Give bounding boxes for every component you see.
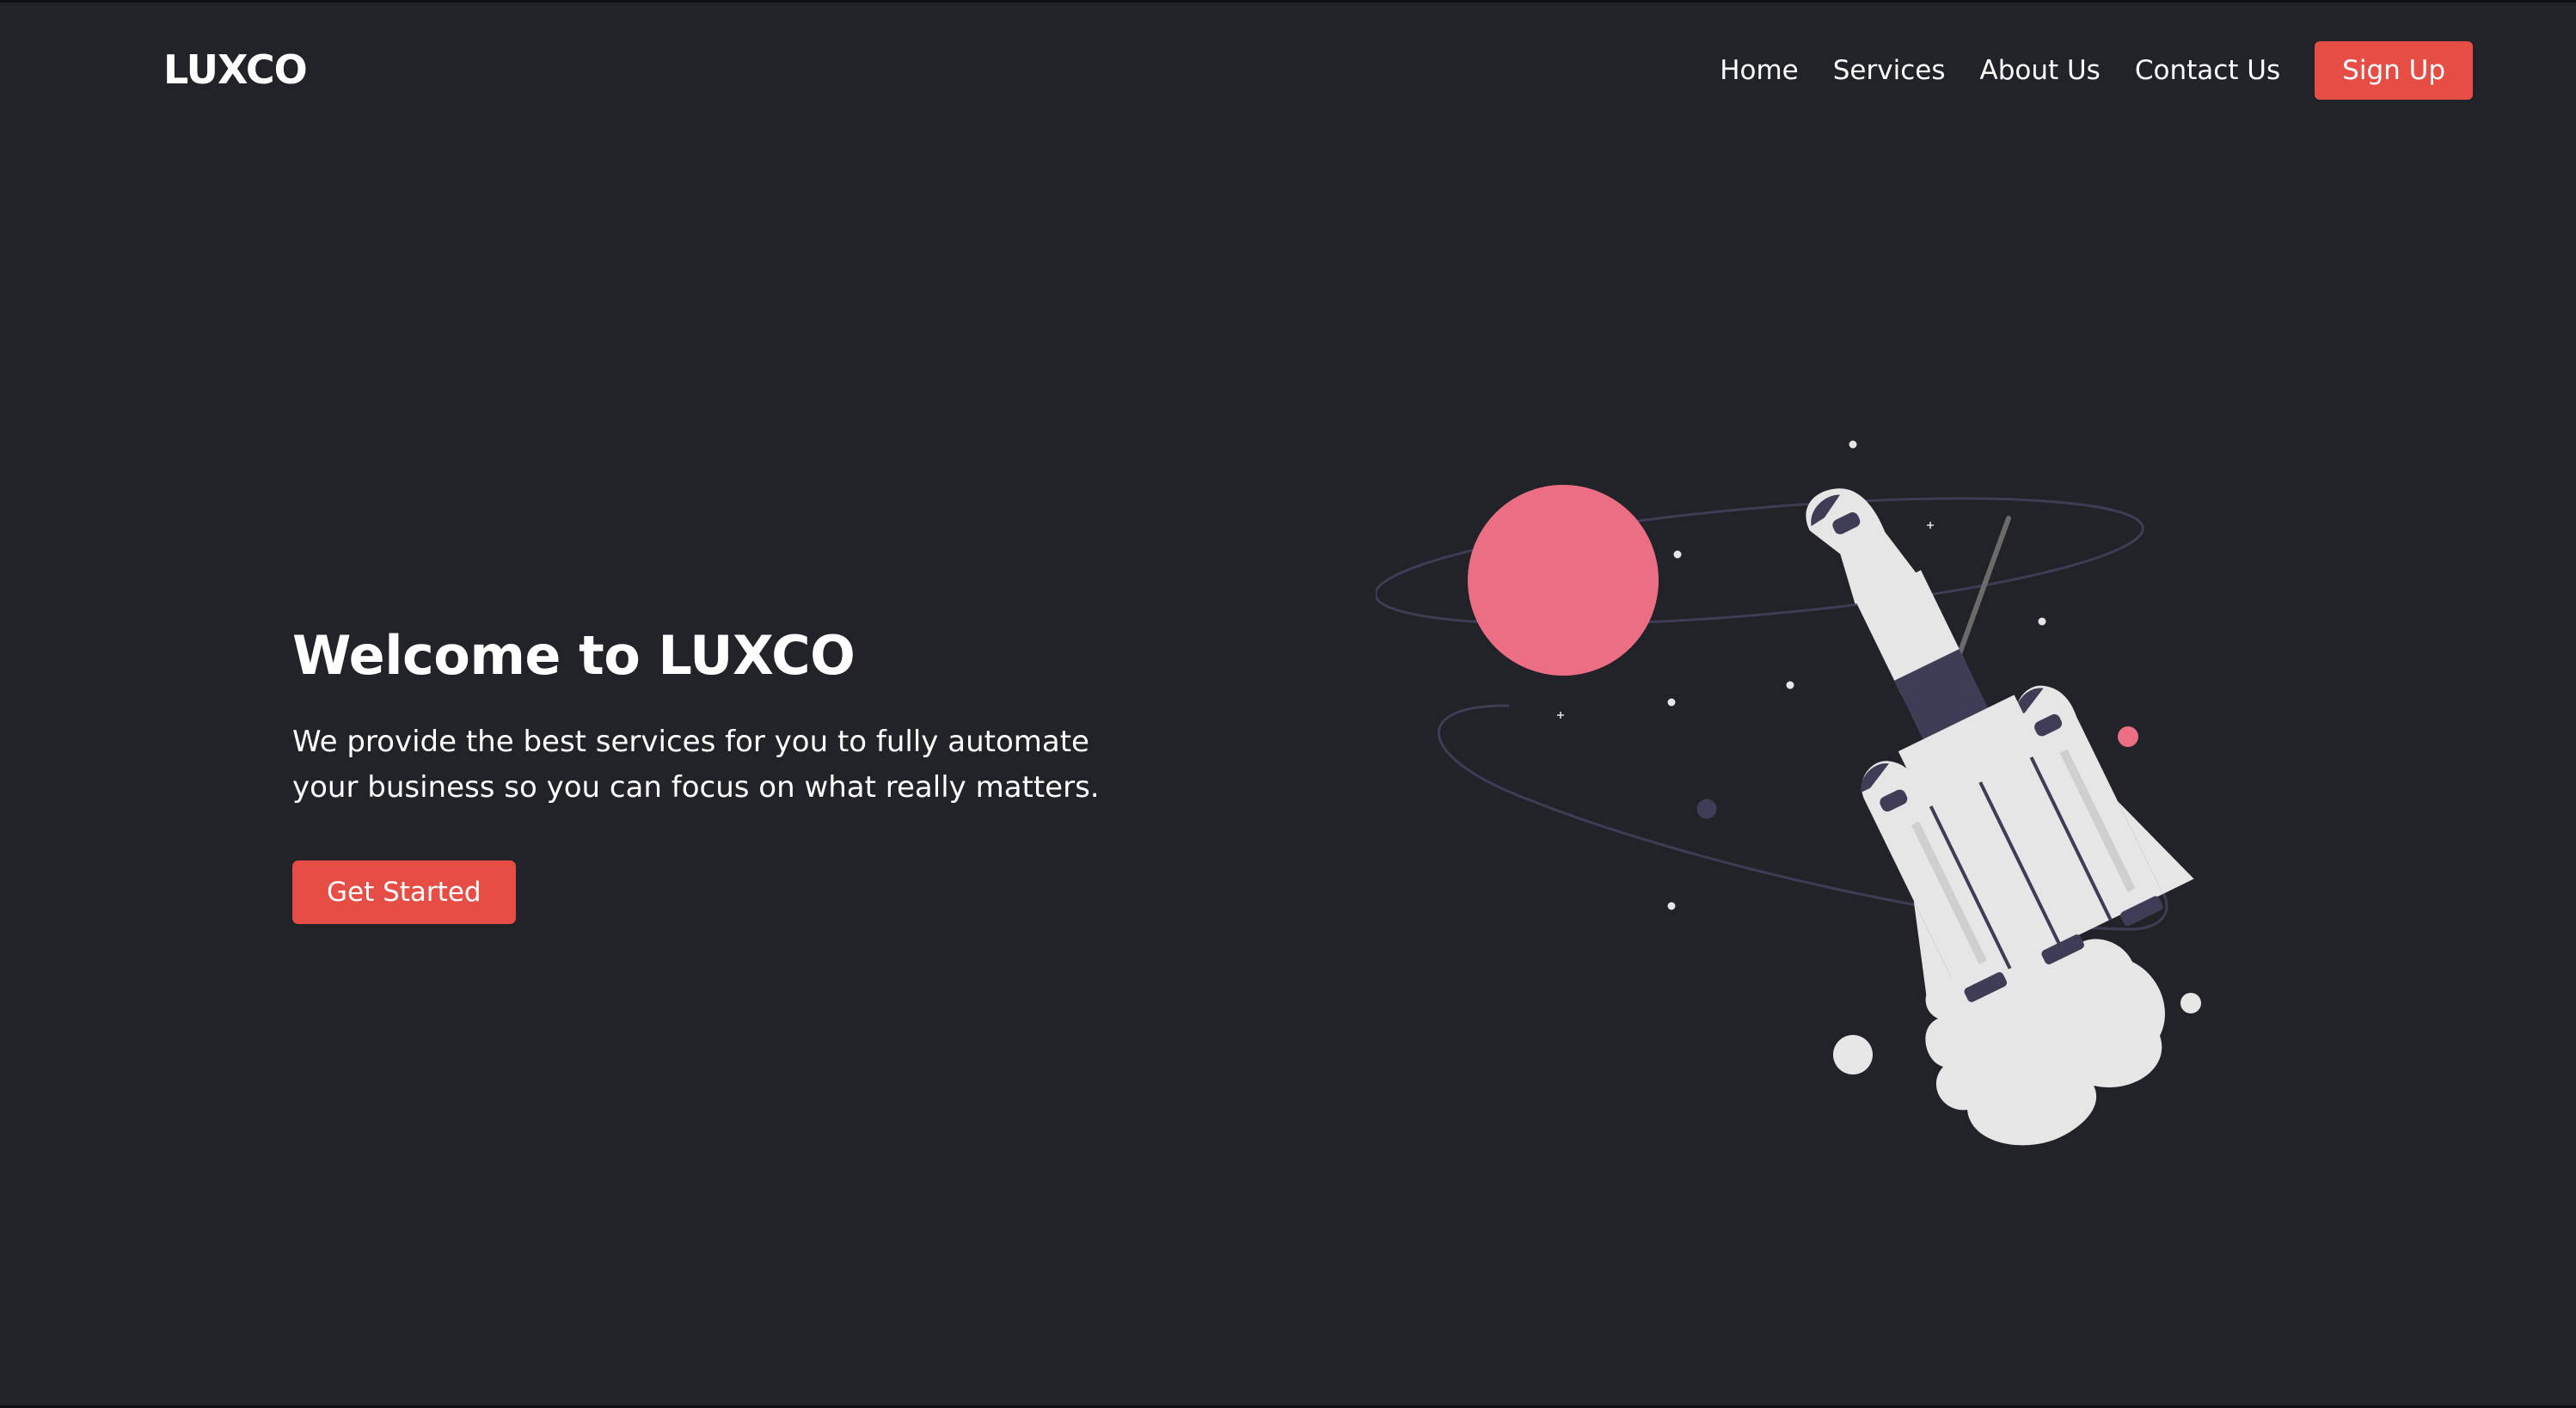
landing-page: LUXCO Home Services About Us Contact Us …: [0, 0, 2576, 1408]
planet-icon: [1468, 485, 1659, 676]
rocket-icon: [1806, 488, 2194, 1009]
site-logo[interactable]: LUXCO: [163, 44, 308, 95]
nav-link-home[interactable]: Home: [1720, 40, 1799, 101]
sign-up-button[interactable]: Sign Up: [2315, 41, 2473, 100]
hero-description: We provide the best services for you to …: [292, 725, 1100, 805]
rocket-launch-illustration: [1374, 415, 2236, 1189]
rocket-illustration-svg: [1374, 440, 2201, 1146]
nav-link-services[interactable]: Services: [1833, 40, 1946, 101]
nav-link-contact-us[interactable]: Contact Us: [2135, 40, 2280, 101]
hero-title: Welcome to LUXCO: [292, 624, 856, 687]
get-started-button[interactable]: Get Started: [292, 860, 516, 924]
nav-link-about-us[interactable]: About Us: [1979, 40, 2100, 101]
hero-section: Welcome to LUXCO We provide the best ser…: [292, 621, 1152, 924]
navbar: LUXCO Home Services About Us Contact Us …: [0, 3, 2576, 140]
nav-menu: Home Services About Us Contact Us Sign U…: [1720, 40, 2473, 101]
